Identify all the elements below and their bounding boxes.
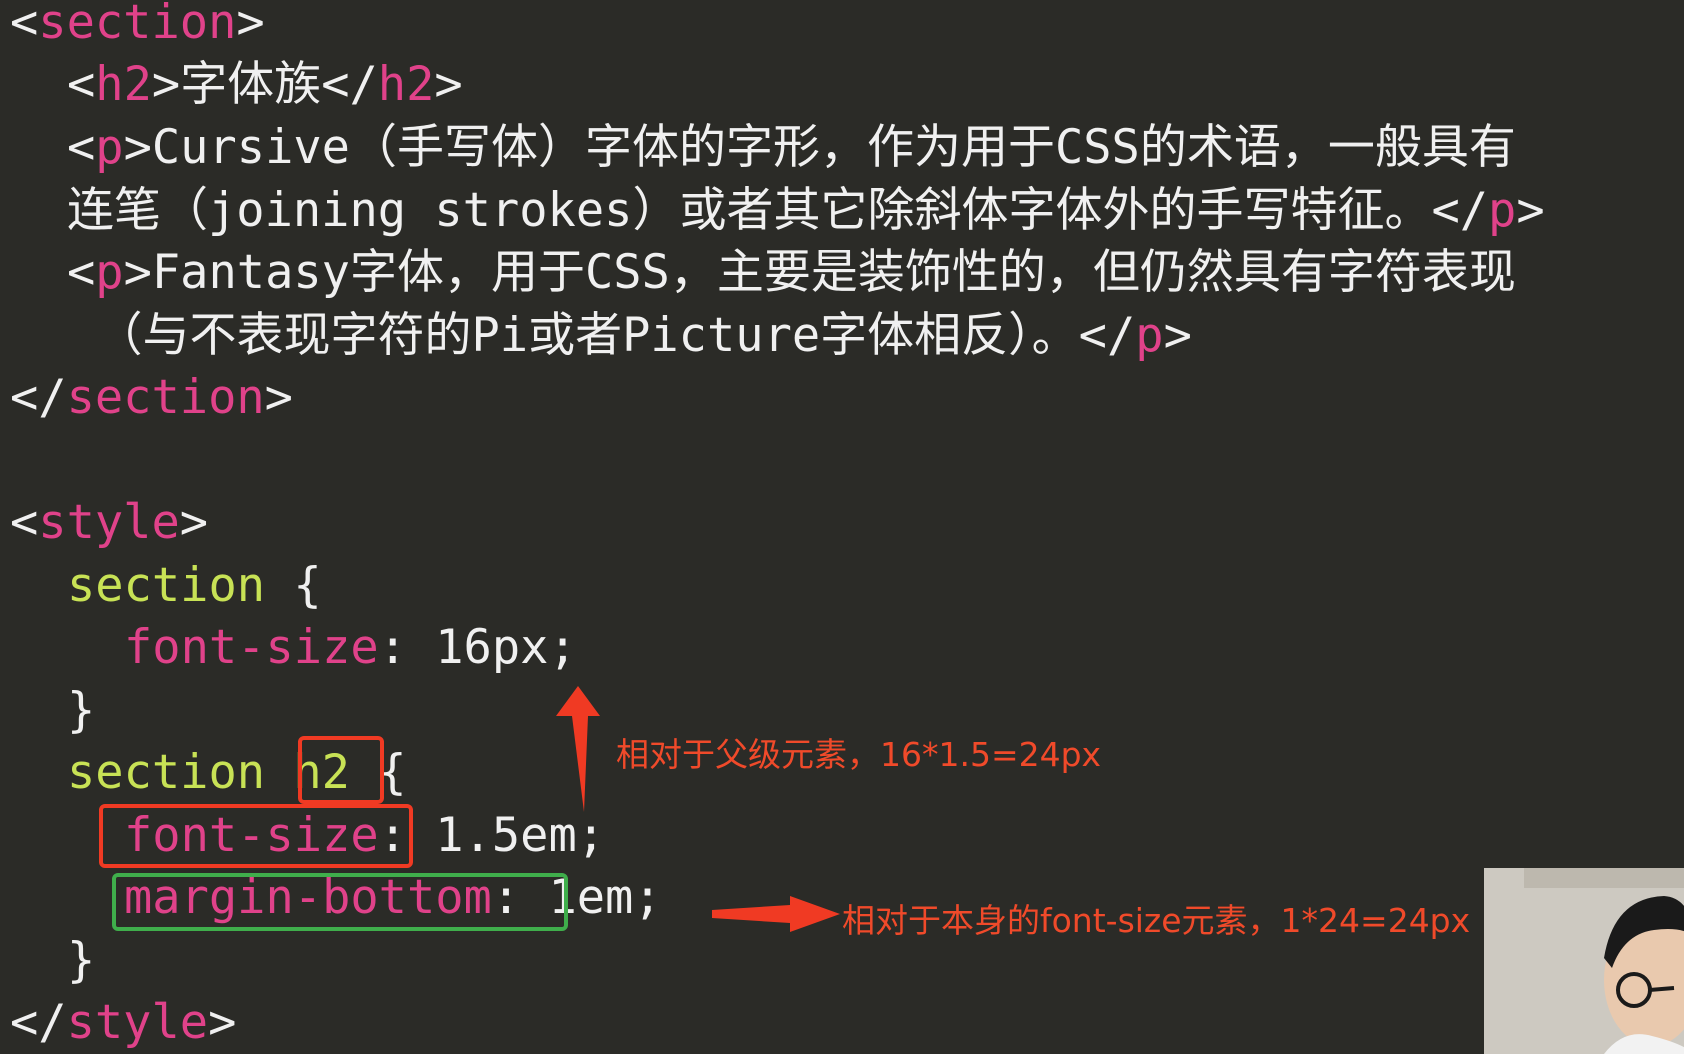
annotation-em-self: 相对于本身的font-size元素，1*24=24px [842,901,1471,940]
up-arrow-icon [556,686,600,812]
presenter-webcam-thumbnail [1484,868,1684,1054]
code-slide: <section> <h2>字体族</h2> <p>Cursive（手写体）字体的字… [0,0,1684,1054]
presenter-face-icon [1484,868,1684,1054]
right-arrow-icon [712,896,840,932]
annotation-em-parent: 相对于父级元素，16*1.5=24px [616,735,1102,774]
